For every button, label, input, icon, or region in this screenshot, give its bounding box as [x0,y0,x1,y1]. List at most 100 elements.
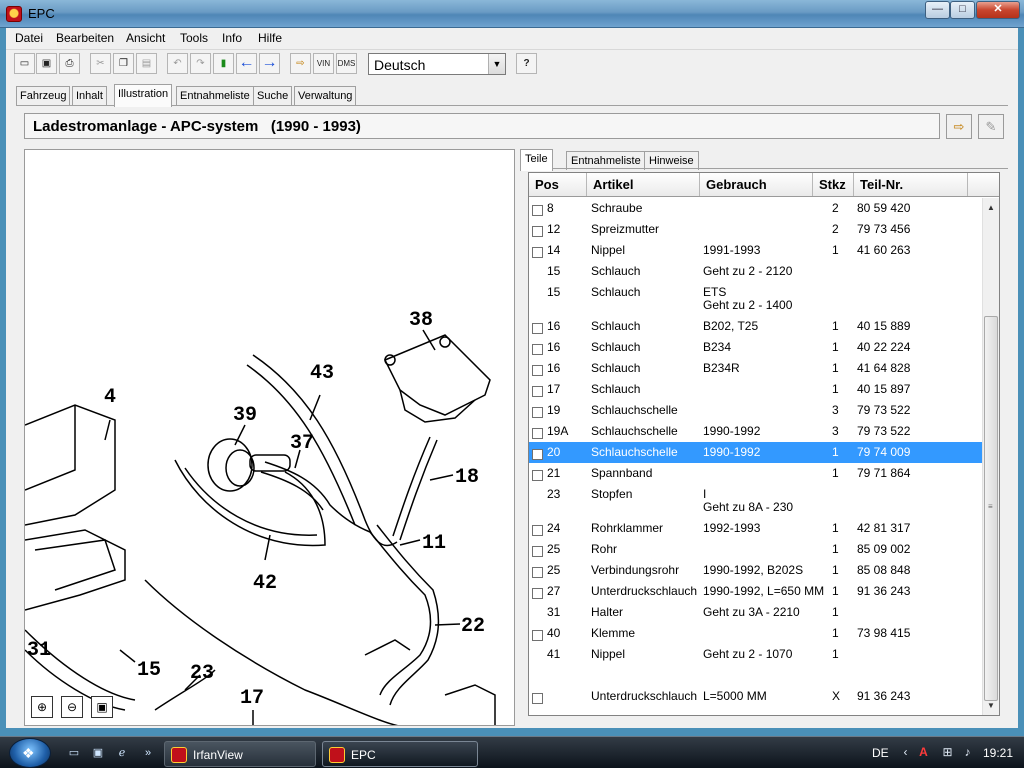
table-row[interactable]: 40 Klemme 1 73 98 415 [529,623,982,644]
menu-bearbeiten[interactable]: Bearbeiten [56,31,114,45]
table-row[interactable]: 25 Rohr 1 85 09 002 [529,539,982,560]
row-checkbox[interactable] [532,205,543,216]
antivirus-icon[interactable]: A [916,745,931,760]
row-checkbox[interactable] [532,226,543,237]
table-row[interactable]: 20 Schlauchschelle 1990-1992 1 79 74 009 [529,442,982,463]
vertical-scrollbar[interactable]: ▲ ≡ ▼ [982,198,999,715]
callout-11[interactable]: 11 [422,532,446,555]
table-row[interactable]: 17 Schlauch 1 40 15 897 [529,379,982,400]
edit-note-icon[interactable]: ✎ [978,114,1004,139]
tab-teile[interactable]: Teile [520,149,553,171]
table-row[interactable]: 15 Schlauch Geht zu 2 - 2120 [529,261,982,282]
tab-suche[interactable]: Suche [253,86,293,106]
col-teil-nr[interactable]: Teil-Nr. [854,173,968,196]
row-checkbox[interactable] [532,344,543,355]
export-icon[interactable]: ⇨ [290,53,311,74]
copy-icon[interactable]: ❐ [113,53,134,74]
row-checkbox[interactable] [532,323,543,334]
clock[interactable]: 19:21 [983,746,1013,760]
table-row[interactable]: 8 Schraube 2 80 59 420 [529,198,982,219]
fit-page-icon[interactable]: ▣ [91,696,113,718]
forward-document-icon[interactable]: ↷ [190,53,211,74]
show-desktop-icon[interactable]: ▭ [66,746,82,760]
callout-31[interactable]: 31 [27,639,51,662]
minimize-button[interactable]: — [925,1,950,19]
quicklaunch-more-icon[interactable]: » [140,746,156,760]
row-checkbox[interactable] [532,449,543,460]
illustration-pane[interactable]: 38 43 4 39 37 18 11 42 22 31 15 23 17 ⊕ … [24,149,515,726]
vin-button[interactable]: VIN [313,53,334,74]
row-checkbox[interactable] [532,693,543,704]
menu-info[interactable]: Info [222,31,242,45]
callout-4[interactable]: 4 [104,386,116,409]
row-checkbox[interactable] [532,630,543,641]
back-document-icon[interactable]: ↶ [167,53,188,74]
scroll-thumb[interactable]: ≡ [984,316,998,701]
taskbar-app-epc[interactable]: EPC [322,741,478,767]
help-button[interactable]: ? [516,53,537,74]
row-checkbox[interactable] [532,546,543,557]
bookmark-icon[interactable]: ▮ [213,53,234,74]
zoom-out-icon[interactable]: ⊖ [61,696,83,718]
callout-15[interactable]: 15 [137,659,161,682]
row-checkbox[interactable] [532,386,543,397]
input-language[interactable]: DE [872,746,889,760]
callout-22[interactable]: 22 [461,615,485,638]
table-row[interactable]: 16 Schlauch B234 1 40 22 224 [529,337,982,358]
callout-23[interactable]: 23 [190,662,214,685]
table-row[interactable]: 16 Schlauch B234R 1 41 64 828 [529,358,982,379]
col-artikel[interactable]: Artikel [587,173,700,196]
chevron-left-icon[interactable]: ‹ [898,745,913,760]
export-list-icon[interactable]: ⇨ [946,114,972,139]
callout-43[interactable]: 43 [310,362,334,385]
tab-fahrzeug[interactable]: Fahrzeug [16,86,71,106]
row-checkbox[interactable] [532,247,543,258]
scroll-down-icon[interactable]: ▼ [983,698,999,714]
back-arrow-icon[interactable]: ← [236,53,257,74]
menu-datei[interactable]: Datei [15,31,43,45]
callout-18[interactable]: 18 [455,466,479,489]
callout-39[interactable]: 39 [233,404,257,427]
col-gebrauch[interactable]: Gebrauch [700,173,813,196]
cut-icon[interactable]: ✂ [90,53,111,74]
switch-windows-icon[interactable]: ▣ [90,746,106,760]
table-row[interactable]: Unterdruckschlauch L=5000 MM X 91 36 243 [529,686,982,707]
tab-inhalt[interactable]: Inhalt [72,86,107,106]
callout-37[interactable]: 37 [290,432,314,455]
table-row[interactable]: 23 Stopfen I Geht zu 8A - 230 [529,484,982,518]
table-row[interactable]: 31 Halter Geht zu 3A - 2210 1 [529,602,982,623]
table-row[interactable]: 19A Schlauchschelle 1990-1992 3 79 73 522 [529,421,982,442]
table-row[interactable]: 19 Schlauchschelle 3 79 73 522 [529,400,982,421]
scroll-up-icon[interactable]: ▲ [983,200,999,216]
row-checkbox[interactable] [532,588,543,599]
menu-ansicht[interactable]: Ansicht [126,31,165,45]
start-button[interactable]: ❖ [9,738,51,768]
row-checkbox[interactable] [532,407,543,418]
row-checkbox[interactable] [532,428,543,439]
row-checkbox[interactable] [532,567,543,578]
tab-verwaltung[interactable]: Verwaltung [294,86,357,106]
taskbar-app-irfanview[interactable]: IrfanView [164,741,316,767]
callout-17[interactable]: 17 [240,687,264,710]
callout-42[interactable]: 42 [253,572,277,595]
network-icon[interactable]: ⊞ [940,745,955,760]
dms-button[interactable]: DMS [336,53,357,74]
internet-explorer-icon[interactable]: ℯ [114,746,130,760]
row-checkbox[interactable] [532,470,543,481]
chevron-down-icon[interactable]: ▼ [488,54,505,74]
zoom-in-icon[interactable]: ⊕ [31,696,53,718]
print-icon[interactable]: ⎙ [59,53,80,74]
menu-tools[interactable]: Tools [180,31,208,45]
table-row[interactable]: 41 Nippel Geht zu 2 - 1070 1 [529,644,982,665]
paste-icon[interactable]: ▤ [136,53,157,74]
forward-arrow-icon[interactable]: → [259,53,280,74]
row-checkbox[interactable] [532,365,543,376]
table-row[interactable]: 24 Rohrklammer 1992-1993 1 42 81 317 [529,518,982,539]
save-icon[interactable]: ▣ [36,53,57,74]
table-row[interactable]: 16 Schlauch B202, T25 1 40 15 889 [529,316,982,337]
language-select[interactable]: Deutsch ▼ [368,53,506,75]
maximize-button[interactable]: □ [950,1,975,19]
table-row[interactable]: 25 Verbindungsrohr 1990-1992, B202S 1 85 08 … [529,560,982,581]
volume-icon[interactable]: ♪ [960,745,975,760]
table-row[interactable]: 15 Schlauch ETS Geht zu 2 - 1400 [529,282,982,316]
